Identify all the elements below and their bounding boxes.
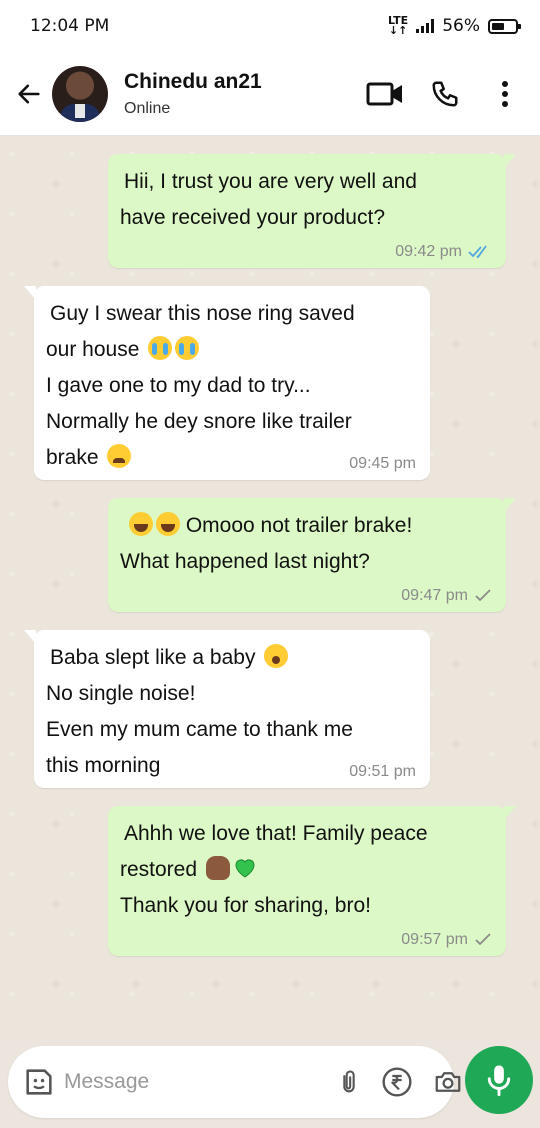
message-time: 09:45 pm: [349, 455, 416, 472]
message-line: Ahhh we love that! Family peace: [124, 822, 428, 845]
message-line: restored: [120, 852, 490, 888]
chat-header: Chinedu an21 Online: [0, 52, 540, 136]
voice-call-button[interactable]: [420, 69, 470, 119]
message-line: I gave one to my dad to try...: [46, 374, 311, 397]
status-bar: 12:04 PM LTE ↓↑ 56%: [0, 0, 540, 52]
payment-button[interactable]: [381, 1062, 413, 1102]
message-line: Baba slept like a baby: [46, 640, 414, 676]
message-meta: 09:51 pm: [349, 764, 416, 780]
battery-fill: [492, 22, 505, 30]
video-call-icon: [366, 82, 402, 105]
message-meta: 09:45 pm: [349, 456, 416, 472]
phone-icon: [432, 81, 458, 106]
laughing-face-emoji: [156, 512, 180, 536]
video-call-button[interactable]: [360, 69, 410, 119]
message-line: our house: [46, 332, 414, 368]
signal-icon: [416, 19, 435, 33]
sleeping-face-emoji: [264, 644, 289, 668]
message-time: 09:42 pm: [395, 243, 462, 260]
message-time: 09:57 pm: [401, 931, 468, 948]
weary-face-emoji: [107, 444, 132, 468]
message-meta: 09:57 pm: [401, 932, 492, 948]
message-bubble-outgoing[interactable]: Hii, I trust you are very well and have …: [108, 154, 516, 268]
contact-info[interactable]: Chinedu an21 Online: [124, 70, 350, 118]
more-vert-icon: [502, 80, 508, 107]
message-meta: 09:42 pm: [395, 244, 492, 260]
raising-hands-emoji: [205, 856, 230, 880]
message-line: Normally he dey snore like trailer: [46, 410, 352, 433]
message-line: Omooo not trailer brake!: [120, 508, 490, 544]
contact-status: Online: [124, 99, 171, 117]
status-time: 12:04 PM: [30, 16, 110, 36]
attach-icon: [343, 1070, 355, 1093]
message-line: What happened last night?: [120, 550, 370, 573]
message-time: 09:47 pm: [401, 587, 468, 604]
message-line: Guy I swear this nose ring saved: [50, 302, 355, 325]
camera-icon: [435, 1072, 461, 1092]
single-check-icon: [475, 933, 491, 946]
camera-button[interactable]: [431, 1062, 465, 1102]
contact-name: Chinedu an21: [124, 69, 262, 93]
message-input[interactable]: [64, 1070, 335, 1094]
crying-face-emoji: [175, 336, 200, 360]
lte-icon: LTE ↓↑: [387, 14, 409, 37]
status-indicators: LTE ↓↑ 56%: [387, 14, 521, 37]
rupee-payment-icon: [382, 1067, 412, 1097]
crying-face-emoji: [148, 336, 173, 360]
message-bubble-incoming[interactable]: Baba slept like a baby No single noise! …: [24, 630, 430, 788]
header-actions: [350, 69, 530, 119]
back-arrow-icon: [18, 84, 40, 103]
mic-icon: [487, 1065, 511, 1097]
laughing-face-emoji: [129, 512, 153, 536]
chat-area[interactable]: Hii, I trust you are very well and have …: [0, 136, 540, 1036]
attach-button[interactable]: [335, 1062, 363, 1102]
message-line: Even my mum came to thank me: [46, 718, 353, 741]
message-line: Hii, I trust you are very well and: [124, 170, 417, 193]
sticker-button[interactable]: [22, 1062, 56, 1102]
green-heart-emoji: [233, 856, 257, 880]
message-bubble-incoming[interactable]: Guy I swear this nose ring saved our hou…: [24, 286, 430, 480]
message-composer: [8, 1046, 461, 1118]
voice-record-button[interactable]: [465, 1046, 533, 1114]
battery-icon: [488, 18, 521, 34]
battery-percent: 56%: [442, 16, 480, 36]
network-label: LTE: [387, 14, 409, 27]
message-time: 09:51 pm: [349, 763, 416, 780]
message-bubble-outgoing[interactable]: Omooo not trailer brake! What happened l…: [108, 498, 516, 612]
avatar[interactable]: [52, 65, 108, 122]
single-check-icon: [475, 589, 491, 602]
message-meta: 09:47 pm: [401, 588, 492, 604]
message-line: No single noise!: [46, 682, 196, 705]
back-button[interactable]: [6, 71, 52, 117]
message-line: have received your product?: [120, 206, 385, 229]
sticker-icon: [26, 1069, 52, 1095]
more-options-button[interactable]: [480, 69, 530, 119]
message-line: Thank you for sharing, bro!: [120, 894, 371, 917]
double-check-read-icon: [468, 245, 487, 259]
message-bubble-outgoing[interactable]: Ahhh we love that! Family peace restored…: [108, 806, 516, 956]
